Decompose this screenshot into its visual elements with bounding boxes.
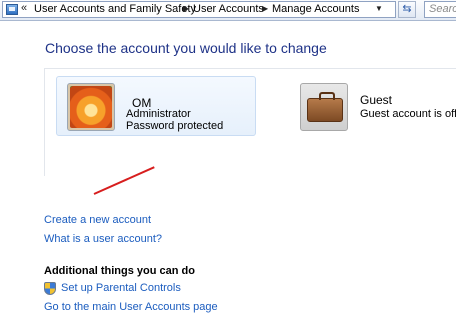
breadcrumb-user-accounts[interactable]: User Accounts: [193, 3, 264, 15]
parental-controls-link[interactable]: Set up Parental Controls: [61, 282, 181, 294]
breadcrumb-separator-icon[interactable]: ▶: [183, 4, 189, 13]
main-user-accounts-link[interactable]: Go to the main User Accounts page: [44, 301, 218, 313]
what-is-user-account-link[interactable]: What is a user account?: [44, 233, 162, 245]
account-tile-om[interactable]: OM Administrator Password protected: [56, 76, 256, 136]
chevron-double-left-icon[interactable]: «: [21, 2, 27, 14]
account-type: Administrator: [126, 108, 191, 120]
user-picture: [67, 83, 115, 131]
breadcrumb-separator-icon[interactable]: ▶: [262, 4, 268, 13]
control-panel-icon: [6, 4, 18, 15]
create-account-link[interactable]: Create a new account: [44, 214, 151, 226]
chevron-down-icon[interactable]: ▼: [375, 4, 383, 13]
address-field[interactable]: « User Accounts and Family Safety ▶ User…: [2, 1, 396, 18]
account-password-status: Password protected: [126, 120, 224, 132]
refresh-icon: ⇆: [402, 3, 412, 15]
flower-picture-icon: [70, 86, 112, 128]
briefcase-icon: [307, 92, 343, 122]
guest-picture: [300, 83, 348, 131]
account-name: Guest: [360, 93, 393, 107]
address-bar: « User Accounts and Family Safety ▶ User…: [0, 0, 456, 21]
breadcrumb-manage-accounts[interactable]: Manage Accounts: [272, 3, 359, 15]
additional-things-heading: Additional things you can do: [44, 265, 195, 277]
panel-mask: [198, 176, 456, 317]
account-tile-guest[interactable]: Guest Guest account is off: [300, 80, 456, 132]
account-status: Guest account is off: [360, 108, 456, 120]
refresh-button[interactable]: ⇆: [398, 1, 416, 18]
search-input[interactable]: Searc: [424, 1, 456, 18]
breadcrumb-user-accounts-family-safety[interactable]: User Accounts and Family Safety: [34, 3, 196, 15]
page-title: Choose the account you would like to cha…: [45, 40, 327, 56]
shield-icon: [44, 282, 56, 295]
